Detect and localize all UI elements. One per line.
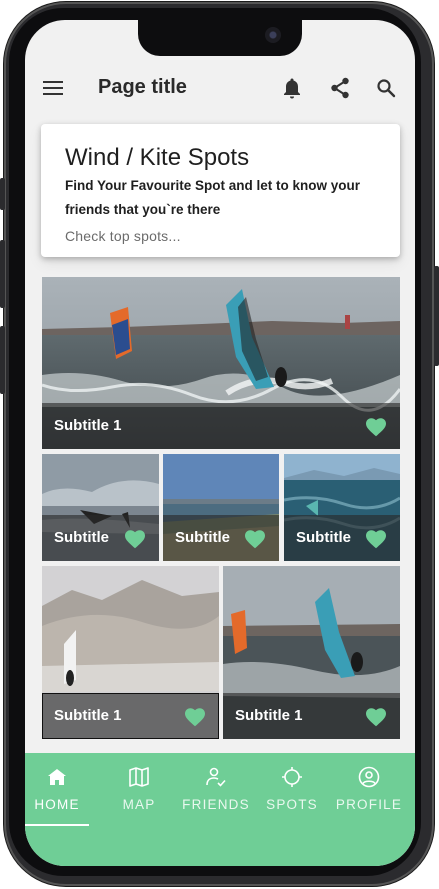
bottom-navigation: HOME MAP FRIENDS SPOTS PROFILE — [25, 753, 415, 866]
heart-icon[interactable] — [183, 705, 207, 727]
search-icon — [377, 79, 396, 98]
tile-caption: Subtitle — [42, 515, 159, 561]
notch — [138, 20, 302, 56]
nav-label-home: HOME — [34, 797, 80, 812]
notifications-button[interactable] — [274, 70, 310, 106]
active-tab-indicator — [25, 824, 89, 826]
phone-side-button — [0, 178, 5, 210]
phone-side-button — [0, 326, 5, 394]
tile-title: Subtitle 1 — [235, 707, 303, 724]
share-button[interactable] — [322, 70, 358, 106]
bell-icon — [284, 78, 300, 99]
front-camera — [265, 27, 281, 43]
tile-caption: Subtitle 1 — [42, 403, 400, 449]
spot-tile[interactable]: Subtitle 1 — [223, 566, 400, 739]
tile-caption: Subtitle — [284, 515, 400, 561]
nav-item-profile[interactable]: PROFILE — [331, 753, 407, 827]
header-card[interactable]: Wind / Kite Spots Find Your Favourite Sp… — [41, 124, 400, 257]
nav-item-home[interactable]: HOME — [25, 753, 101, 827]
tile-caption: Subtitle 1 — [42, 693, 219, 739]
spot-tile[interactable]: Subtitle 1 — [42, 566, 219, 739]
tile-caption: Subtitle — [163, 515, 279, 561]
spot-tile[interactable]: Subtitle — [163, 454, 279, 561]
search-button[interactable] — [368, 70, 404, 106]
heart-icon[interactable] — [243, 527, 267, 549]
spot-tile[interactable]: Subtitle — [284, 454, 400, 561]
map-icon — [129, 767, 149, 787]
card-subtitle: Find Your Favourite Spot and let to know… — [65, 178, 361, 217]
phone-side-button — [434, 266, 439, 366]
app-bar: Page title — [25, 70, 415, 106]
card-title: Wind / Kite Spots — [65, 144, 250, 171]
nav-label-spots: SPOTS — [266, 797, 318, 812]
menu-icon — [43, 81, 63, 95]
menu-button[interactable] — [35, 70, 71, 106]
nav-item-friends[interactable]: FRIENDS — [178, 753, 254, 827]
nav-label-profile: PROFILE — [335, 797, 403, 812]
tile-title: Subtitle 1 — [54, 707, 122, 724]
profile-icon — [358, 766, 380, 788]
app-screen: Page title Wind / Kite Spots Find Your F… — [25, 20, 415, 866]
tile-title: Subtitle — [175, 529, 230, 546]
check-top-spots-link[interactable]: Check top spots... — [65, 228, 181, 244]
nav-item-map[interactable]: MAP — [101, 753, 177, 827]
tile-title: Subtitle 1 — [54, 417, 122, 434]
spots-icon — [282, 767, 302, 787]
heart-icon[interactable] — [123, 527, 147, 549]
page-title: Page title — [98, 76, 187, 98]
heart-icon[interactable] — [364, 705, 388, 727]
friends-icon — [206, 767, 226, 787]
spot-tile[interactable]: Subtitle 1 — [42, 277, 400, 449]
heart-icon[interactable] — [364, 415, 388, 437]
nav-label-friends: FRIENDS — [182, 797, 250, 812]
tile-caption: Subtitle 1 — [223, 693, 400, 739]
heart-icon[interactable] — [364, 527, 388, 549]
tile-title: Subtitle — [296, 529, 351, 546]
tile-title: Subtitle — [54, 529, 109, 546]
phone-side-button — [0, 240, 5, 308]
nav-label-map: MAP — [122, 797, 156, 812]
spot-tile[interactable]: Subtitle — [42, 454, 159, 561]
share-icon — [331, 77, 349, 99]
home-icon — [48, 769, 66, 785]
nav-item-spots[interactable]: SPOTS — [254, 753, 330, 827]
